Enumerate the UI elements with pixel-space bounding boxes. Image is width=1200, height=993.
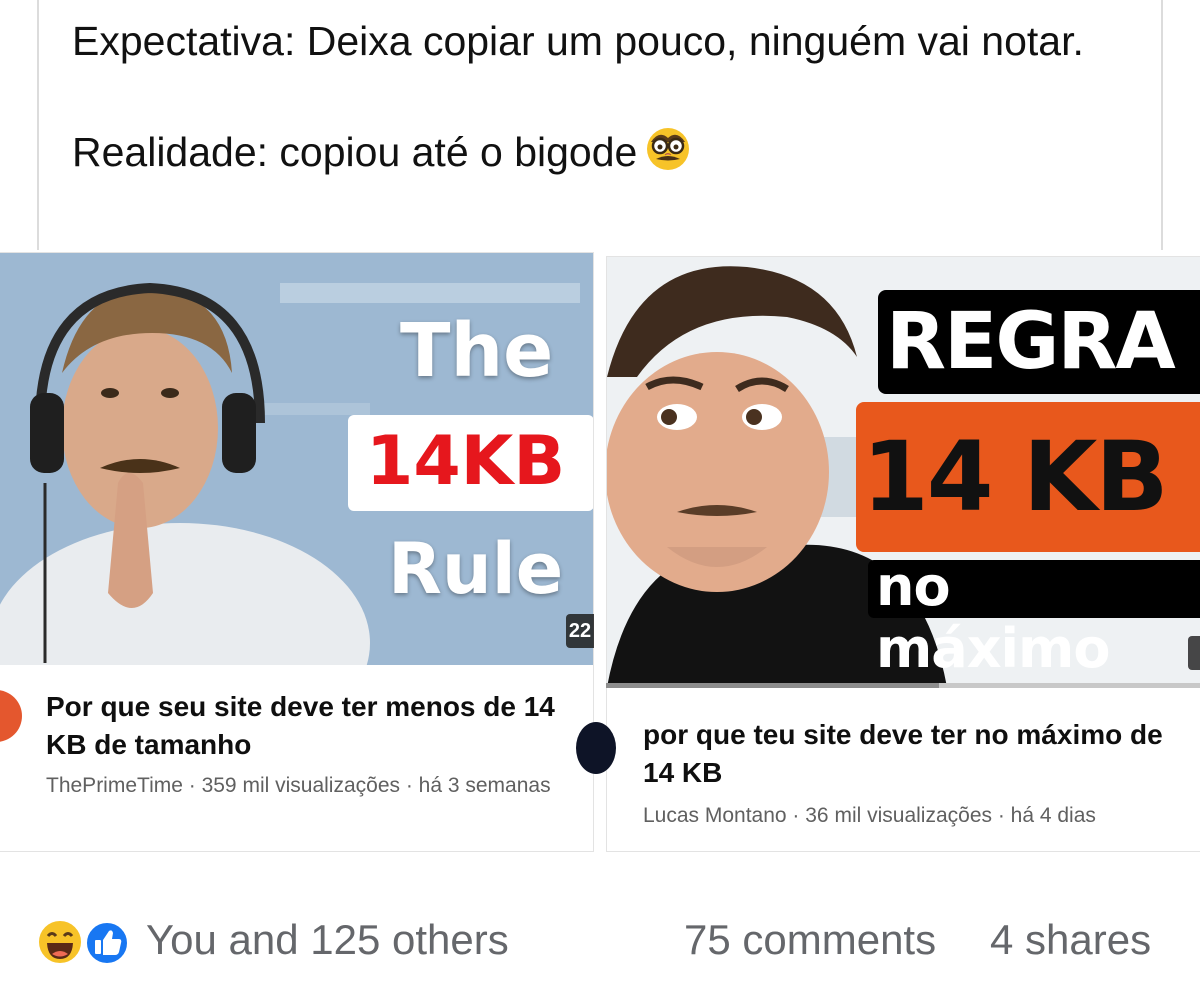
like-icon: [85, 921, 129, 965]
video-title[interactable]: Por que seu site deve ter menos de 14 KB…: [46, 688, 566, 764]
video-duration-badge: [1188, 636, 1200, 670]
post-body: Expectativa: Deixa copiar um pouco, ning…: [72, 14, 1122, 179]
video-title[interactable]: por que teu site deve ter no máximo de 1…: [643, 716, 1163, 792]
thumbnail-text-14kb: 14KB: [366, 422, 566, 501]
disguised-face-icon: [647, 128, 690, 170]
reactions-count[interactable]: You and 125 others: [146, 916, 509, 964]
channel-avatar[interactable]: [576, 722, 616, 774]
post-line-expectation: Expectativa: Deixa copiar um pouco, ning…: [72, 18, 1084, 64]
post-line-reality-text: Realidade: copiou até o bigode: [72, 129, 638, 175]
thumbnail-text-the: The: [400, 308, 554, 394]
thumbnail-text-no-maximo: no máximo: [876, 555, 1110, 680]
post-line-reality: Realidade: copiou até o bigode: [72, 122, 1122, 179]
post-engagement-bar: You and 125 others 75 comments 4 shares: [0, 912, 1200, 972]
thumbnail-text-regra: REGRA: [886, 297, 1176, 387]
video-meta: Lucas Montano · 36 mil visualizações · h…: [643, 804, 1096, 827]
thumbnail-text-rule: Rule: [388, 528, 564, 610]
video-meta: ThePrimeTime · 359 mil visualizações · h…: [46, 774, 551, 797]
watch-progress-bar: [606, 683, 1200, 688]
shares-count[interactable]: 4 shares: [990, 916, 1151, 964]
comments-count[interactable]: 75 comments: [684, 916, 936, 964]
haha-icon: [37, 919, 83, 965]
thumbnail-text-14kb: 14 KB: [862, 421, 1169, 533]
watch-progress-fill: [606, 683, 939, 688]
video-duration-badge: 22: [566, 614, 594, 648]
